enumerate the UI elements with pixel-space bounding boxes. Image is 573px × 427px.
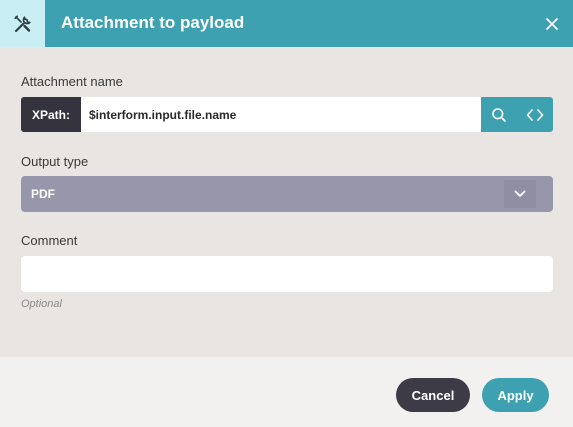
comment-hint: Optional bbox=[21, 298, 62, 310]
chevron-down-icon[interactable] bbox=[504, 180, 536, 208]
tools-icon bbox=[0, 0, 45, 47]
xpath-badge: XPath: bbox=[21, 97, 81, 132]
attachment-dialog: Attachment to payload Attachment name XP… bbox=[0, 0, 573, 427]
code-icon[interactable] bbox=[517, 97, 553, 132]
comment-input[interactable] bbox=[21, 256, 553, 292]
dialog-title: Attachment to payload bbox=[61, 13, 245, 32]
close-icon[interactable] bbox=[540, 12, 564, 36]
apply-button[interactable]: Apply bbox=[482, 378, 549, 412]
xpath-input[interactable] bbox=[81, 97, 481, 132]
attachment-name-field: XPath: bbox=[21, 97, 553, 132]
comment-label: Comment bbox=[21, 233, 78, 248]
output-type-label: Output type bbox=[21, 154, 89, 169]
output-type-select[interactable]: PDF bbox=[21, 176, 553, 212]
cancel-button[interactable]: Cancel bbox=[396, 378, 470, 412]
dialog-header: Attachment to payload bbox=[0, 0, 573, 47]
dialog-footer: Cancel Apply bbox=[0, 357, 573, 427]
attachment-name-label: Attachment name bbox=[21, 74, 123, 89]
search-icon[interactable] bbox=[481, 97, 517, 132]
output-type-value: PDF bbox=[31, 187, 55, 201]
